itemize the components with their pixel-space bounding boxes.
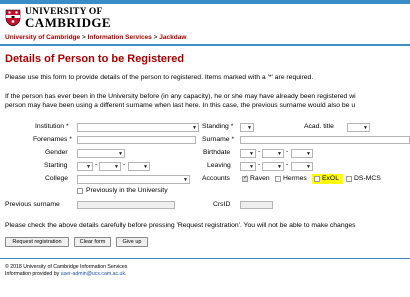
exol-checkbox[interactable] (314, 176, 320, 182)
breadcrumb: University of Cambridge > Information Se… (5, 34, 187, 41)
crsid-input[interactable] (240, 201, 273, 209)
college-select[interactable]: ▼ (77, 175, 190, 184)
chevron-down-icon: ▼ (118, 151, 123, 157)
chevron-down-icon: ▼ (306, 164, 311, 170)
birthdate-label: Birthdate (203, 149, 231, 156)
crest-icon (5, 9, 21, 27)
note-text: If the person has ever been in the Unive… (5, 93, 356, 109)
crsid-label: CrsID (213, 201, 231, 208)
surname-input[interactable] (240, 136, 410, 144)
chevron-down-icon: ▼ (363, 125, 368, 131)
date-separator: - (286, 148, 289, 155)
institution-select[interactable]: ▼ (77, 123, 199, 132)
top-accent-bar (0, 0, 410, 4)
chevron-down-icon: ▼ (277, 164, 282, 170)
acad-title-label: Acad. title (304, 123, 334, 130)
hermes-label: Hermes (283, 175, 307, 182)
leaving-month-select[interactable]: ▼ (262, 162, 284, 171)
starting-year-select[interactable]: ▼ (128, 162, 150, 171)
previously-checkbox[interactable] (77, 188, 83, 194)
raven-label: Raven (250, 175, 270, 182)
breadcrumb-university[interactable]: University of Cambridge (5, 34, 80, 41)
chevron-down-icon: ▼ (306, 151, 311, 157)
date-separator: - (258, 161, 261, 168)
accounts-label: Accounts (202, 175, 230, 182)
institution-label: Institution * (35, 123, 69, 130)
intro-text: Please use this form to provide details … (5, 74, 314, 81)
birth-month-select[interactable]: ▼ (262, 149, 284, 158)
starting-label: Starting (44, 162, 68, 169)
request-registration-button[interactable]: Request registration (5, 237, 69, 247)
leaving-year-select[interactable]: ▼ (291, 162, 313, 171)
chevron-down-icon: ▼ (143, 164, 148, 170)
ds-mcs-label: DS-MCS (354, 175, 381, 182)
raven-checkbox[interactable] (242, 174, 248, 182)
forenames-label: Forenames * (33, 136, 72, 143)
date-separator: - (286, 161, 289, 168)
forenames-input[interactable] (77, 136, 196, 144)
previous-surname-input[interactable] (77, 201, 175, 209)
clear-form-button[interactable]: Clear form (74, 237, 111, 247)
provided-by-text: Information provided by user-admin@ucs.c… (5, 271, 127, 277)
hermes-checkbox[interactable] (275, 176, 281, 182)
leaving-day-select[interactable]: ▼ (240, 162, 256, 171)
ds-mcs-checkbox[interactable] (346, 176, 352, 182)
starting-month-select[interactable]: ▼ (99, 162, 121, 171)
breadcrumb-jackdaw[interactable]: Jackdaw (159, 34, 186, 41)
exol-label: ExOL (322, 175, 339, 182)
date-separator: - (95, 161, 98, 168)
date-separator: - (258, 148, 261, 155)
gender-label: Gender (45, 149, 68, 156)
acad-title-select[interactable]: ▼ (347, 123, 370, 132)
standing-select[interactable]: ▼ (240, 123, 254, 132)
chevron-down-icon: ▼ (183, 177, 188, 183)
header-divider (0, 44, 410, 46)
logo-line2: CAMBRIDGE (25, 14, 111, 30)
chevron-down-icon: ▼ (114, 164, 119, 170)
college-label: College (45, 175, 69, 182)
chevron-down-icon: ▼ (249, 151, 254, 157)
give-up-button[interactable]: Give up (116, 237, 148, 247)
standing-label: Standing * (202, 123, 234, 130)
surname-label: Surname * (202, 136, 235, 143)
admin-email-link[interactable]: user-admin@ucs.cam.ac.uk. (61, 271, 127, 277)
previous-surname-label: Previous surname (5, 201, 60, 208)
university-logo[interactable]: UNIVERSITY OF CAMBRIDGE (5, 7, 111, 29)
chevron-down-icon: ▼ (249, 164, 254, 170)
birth-day-select[interactable]: ▼ (240, 149, 256, 158)
breadcrumb-info-services[interactable]: Information Services (88, 34, 152, 41)
starting-day-select[interactable]: ▼ (77, 162, 93, 171)
page-title: Details of Person to be Registered (5, 53, 185, 65)
previously-label: Previously in the University (86, 187, 168, 194)
leaving-label: Leaving (207, 162, 231, 169)
chevron-down-icon: ▼ (86, 164, 91, 170)
gender-select[interactable]: ▼ (77, 149, 125, 158)
copyright-text: © 2018 University of Cambridge Informati… (5, 264, 128, 270)
birth-year-select[interactable]: ▼ (291, 149, 313, 158)
chevron-down-icon: ▼ (192, 125, 197, 131)
date-separator: - (123, 161, 126, 168)
chevron-down-icon: ▼ (247, 125, 252, 131)
chevron-down-icon: ▼ (277, 151, 282, 157)
check-details-text: Please check the above details carefully… (5, 222, 356, 229)
footer-divider (0, 258, 410, 259)
